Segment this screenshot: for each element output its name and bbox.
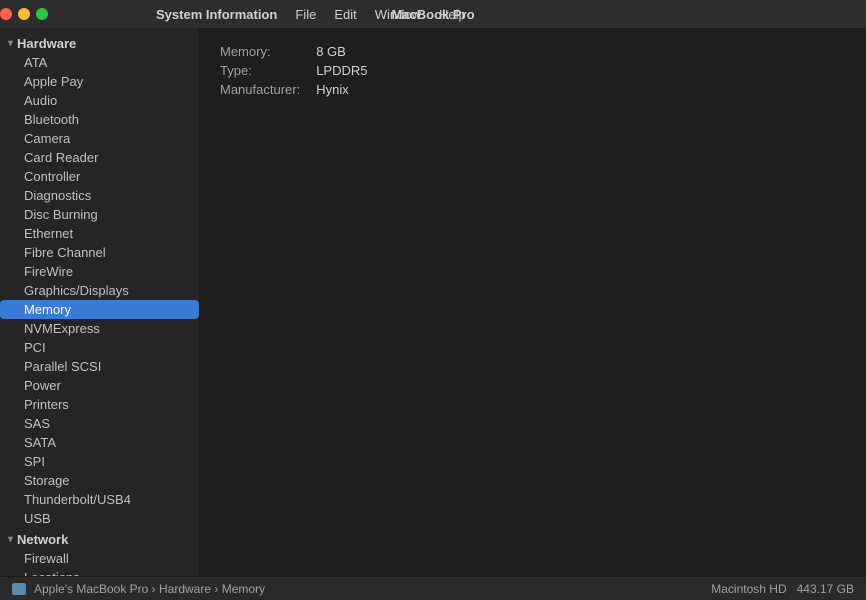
maximize-button[interactable]: [36, 8, 48, 20]
sidebar-item-nvmexpress[interactable]: NVMExpress: [0, 319, 199, 338]
sidebar-item-card-reader[interactable]: Card Reader: [0, 148, 199, 167]
minimize-button[interactable]: [18, 8, 30, 20]
sidebar-item-firewire[interactable]: FireWire: [0, 262, 199, 281]
info-value: LPDDR5: [316, 63, 367, 82]
sidebar-item-usb[interactable]: USB: [0, 509, 199, 528]
hardware-items: ATAApple PayAudioBluetoothCameraCard Rea…: [0, 53, 199, 528]
info-label: Type:: [220, 63, 316, 82]
sidebar-item-controller[interactable]: Controller: [0, 167, 199, 186]
sidebar-item-spi[interactable]: SPI: [0, 452, 199, 471]
menu-app-name[interactable]: System Information: [148, 0, 285, 28]
info-value: 8 GB: [316, 44, 367, 63]
app-window: ▾ Hardware ATAApple PayAudioBluetoothCam…: [0, 28, 866, 576]
sidebar-item-printers[interactable]: Printers: [0, 395, 199, 414]
sidebar-item-apple-pay[interactable]: Apple Pay: [0, 72, 199, 91]
sidebar-item-diagnostics[interactable]: Diagnostics: [0, 186, 199, 205]
sidebar-item-fibre-channel[interactable]: Fibre Channel: [0, 243, 199, 262]
sidebar-item-sas[interactable]: SAS: [0, 414, 199, 433]
sidebar-item-ethernet[interactable]: Ethernet: [0, 224, 199, 243]
sidebar-item-pci[interactable]: PCI: [0, 338, 199, 357]
sidebar-item-disc-burning[interactable]: Disc Burning: [0, 205, 199, 224]
sidebar-item-firewall[interactable]: Firewall: [0, 549, 199, 568]
menu-file[interactable]: File: [287, 0, 324, 28]
close-button[interactable]: [0, 8, 12, 20]
network-group-header[interactable]: ▾ Network: [0, 530, 199, 549]
network-group-label: Network: [17, 532, 68, 547]
sidebar[interactable]: ▾ Hardware ATAApple PayAudioBluetoothCam…: [0, 28, 200, 576]
info-row: Type:LPDDR5: [220, 63, 368, 82]
window-title: MacBook Pro: [391, 7, 474, 22]
content-body: Memory:8 GBType:LPDDR5Manufacturer:Hynix: [200, 28, 866, 576]
status-bar-right: Macintosh HD 443.17 GB: [711, 582, 854, 596]
sidebar-item-bluetooth[interactable]: Bluetooth: [0, 110, 199, 129]
traffic-lights: [0, 8, 48, 20]
menu-bar: System Information File Edit Window Help…: [0, 0, 866, 28]
hardware-group-label: Hardware: [17, 36, 76, 51]
hd-size: 443.17 GB: [797, 582, 854, 596]
hardware-chevron: ▾: [8, 38, 13, 49]
status-bar-left: Apple's MacBook Pro › Hardware › Memory: [12, 582, 265, 596]
sidebar-item-parallel-scsi[interactable]: Parallel SCSI: [0, 357, 199, 376]
sidebar-item-ata[interactable]: ATA: [0, 53, 199, 72]
menu-edit[interactable]: Edit: [326, 0, 364, 28]
sidebar-item-thunderbolt-usb4[interactable]: Thunderbolt/USB4: [0, 490, 199, 509]
info-row: Memory:8 GB: [220, 44, 368, 63]
info-label: Memory:: [220, 44, 316, 63]
sidebar-item-camera[interactable]: Camera: [0, 129, 199, 148]
hd-icon: [12, 583, 26, 595]
sidebar-item-storage[interactable]: Storage: [0, 471, 199, 490]
sidebar-item-sata[interactable]: SATA: [0, 433, 199, 452]
hardware-group-header[interactable]: ▾ Hardware: [0, 34, 199, 53]
content-area: Memory:8 GBType:LPDDR5Manufacturer:Hynix: [200, 28, 866, 576]
hardware-section: ▾ Hardware ATAApple PayAudioBluetoothCam…: [0, 34, 199, 528]
network-chevron: ▾: [8, 534, 13, 545]
network-section: ▾ Network FirewallLocationsVolumesWi-Fi: [0, 530, 199, 576]
network-items: FirewallLocationsVolumesWi-Fi: [0, 549, 199, 576]
info-value: Hynix: [316, 82, 367, 101]
status-bar: Apple's MacBook Pro › Hardware › Memory …: [0, 576, 866, 600]
hd-label: Macintosh HD: [711, 582, 786, 596]
sidebar-item-graphics-displays[interactable]: Graphics/Displays: [0, 281, 199, 300]
title-bar: System Information File Edit Window Help…: [0, 0, 866, 28]
sidebar-item-locations[interactable]: Locations: [0, 568, 199, 576]
sidebar-item-power[interactable]: Power: [0, 376, 199, 395]
status-breadcrumb: Apple's MacBook Pro › Hardware › Memory: [34, 582, 265, 596]
info-table: Memory:8 GBType:LPDDR5Manufacturer:Hynix: [220, 44, 368, 101]
info-label: Manufacturer:: [220, 82, 316, 101]
sidebar-item-memory[interactable]: Memory: [0, 300, 199, 319]
info-row: Manufacturer:Hynix: [220, 82, 368, 101]
sidebar-item-audio[interactable]: Audio: [0, 91, 199, 110]
